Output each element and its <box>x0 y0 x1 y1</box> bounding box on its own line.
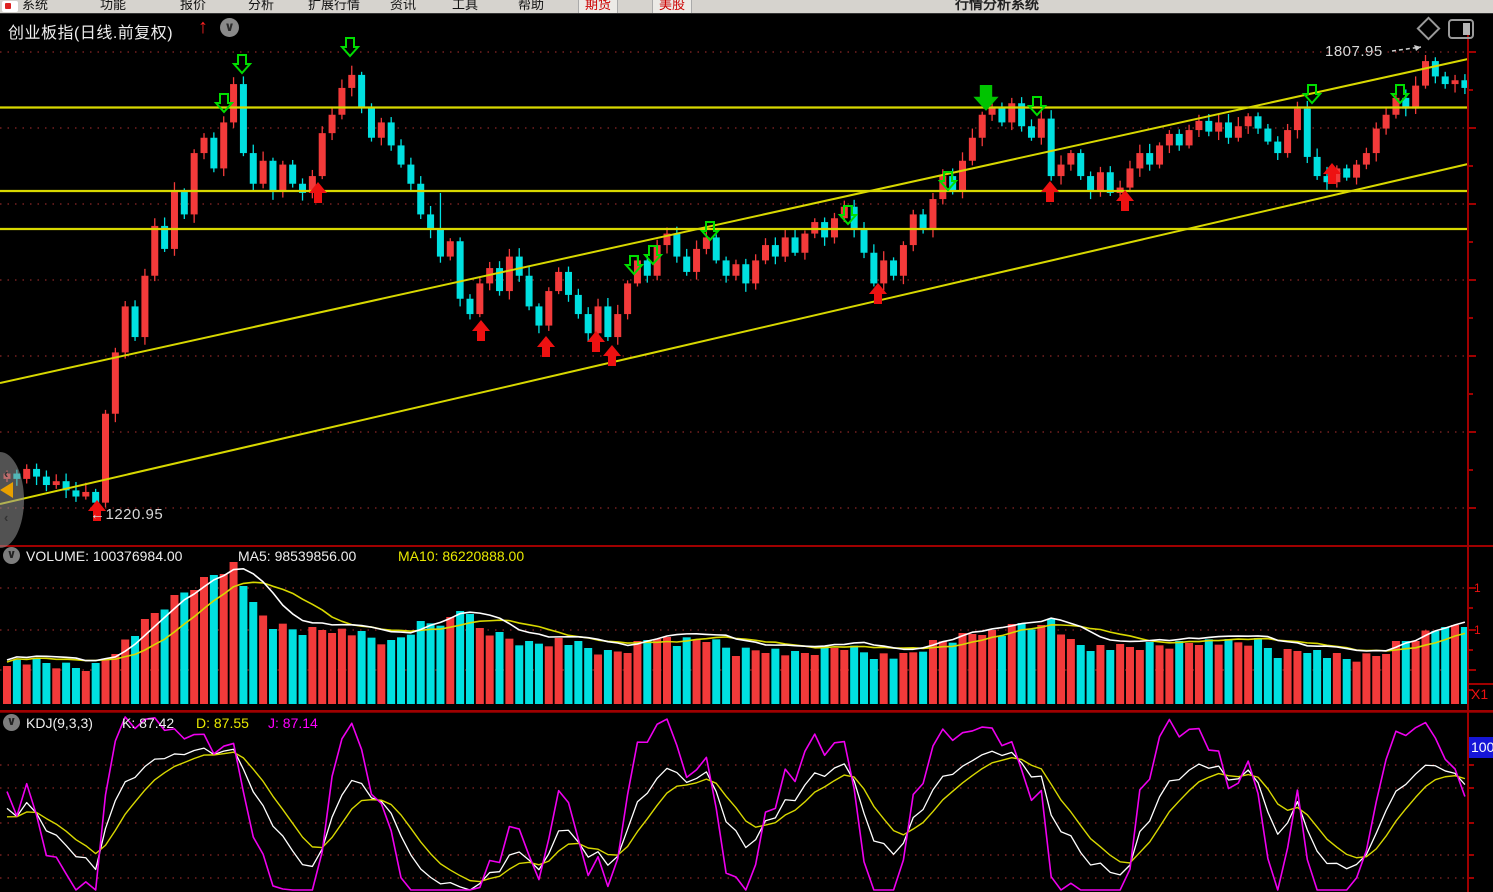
menu-item[interactable]: 美股 <box>652 0 692 14</box>
chart-title-bar: 创业板指(日线.前复权) ↑ ∨ <box>0 14 1493 42</box>
menu-item[interactable]: 期货 <box>578 0 618 14</box>
chart-canvas[interactable] <box>0 0 1493 892</box>
chevron-down-icon: ‹ <box>4 510 8 525</box>
volume-axis-partial-label: 1 <box>1474 623 1481 637</box>
collapse-volume-button[interactable]: ∨ <box>3 547 20 564</box>
high-price-label: 1807.95 <box>1325 43 1383 60</box>
volume-axis-partial-label: 1 <box>1474 581 1481 595</box>
kdj-lines <box>7 717 1465 890</box>
menu-item[interactable]: 功能 <box>100 0 126 13</box>
kdj-j-value: J: 87.14 <box>268 715 318 731</box>
candlestick-layer <box>4 55 1469 507</box>
menu-bar: 系统 功能 报价 分析 扩展行情 资讯 工具 帮助 期货 美股 行情分析系统 <box>0 0 1493 14</box>
chevron-up-icon: ‹ <box>4 466 8 481</box>
menu-item[interactable]: 帮助 <box>518 0 544 13</box>
kdj-scale-badge: 100 <box>1469 737 1493 758</box>
volume-bars <box>3 562 1469 704</box>
menu-item[interactable]: 资讯 <box>390 0 416 13</box>
kdj-name: KDJ(9,3,3) <box>26 715 93 731</box>
menu-item[interactable]: 工具 <box>452 0 478 13</box>
kdj-k-value: K: 87.42 <box>122 715 174 731</box>
symbol-title: 创业板指(日线.前复权) <box>8 19 173 43</box>
kdj-panel-header: ∨ KDJ(9,3,3) K: 87.42 D: 87.55 J: 87.14 <box>0 714 1493 732</box>
kdj-d-value: D: 87.55 <box>196 715 249 731</box>
trend-up-arrow-icon: ↑ <box>198 16 208 39</box>
trading-terminal: { "menu": { "items": [ {"label": "系统", "… <box>0 0 1493 892</box>
edge-orange-arrow-icon <box>0 482 13 498</box>
volume-multiplier-badge: X1 <box>1471 686 1488 702</box>
volume-ma10-value: MA10: 86220888.00 <box>398 548 524 564</box>
collapse-kdj-button[interactable]: ∨ <box>3 714 20 731</box>
menu-item[interactable]: 报价 <box>180 0 206 13</box>
low-price-label: ←1220.95 <box>90 506 163 523</box>
menu-item[interactable]: 分析 <box>248 0 274 13</box>
menu-item[interactable]: 系统 <box>22 0 48 13</box>
app-logo-icon <box>2 1 18 12</box>
volume-ma5-value: MA5: 98539856.00 <box>238 548 356 564</box>
diamond-icon[interactable] <box>1416 16 1440 40</box>
collapse-main-chart-button[interactable]: ∨ <box>220 18 239 37</box>
split-window-icon[interactable] <box>1448 19 1474 39</box>
menu-item[interactable]: 扩展行情 <box>308 0 360 13</box>
volume-panel-header: ∨ VOLUME: 100376984.00 MA5: 98539856.00 … <box>0 547 1493 565</box>
volume-value: VOLUME: 100376984.00 <box>26 548 182 564</box>
window-title: 行情分析系统 <box>955 0 1039 14</box>
